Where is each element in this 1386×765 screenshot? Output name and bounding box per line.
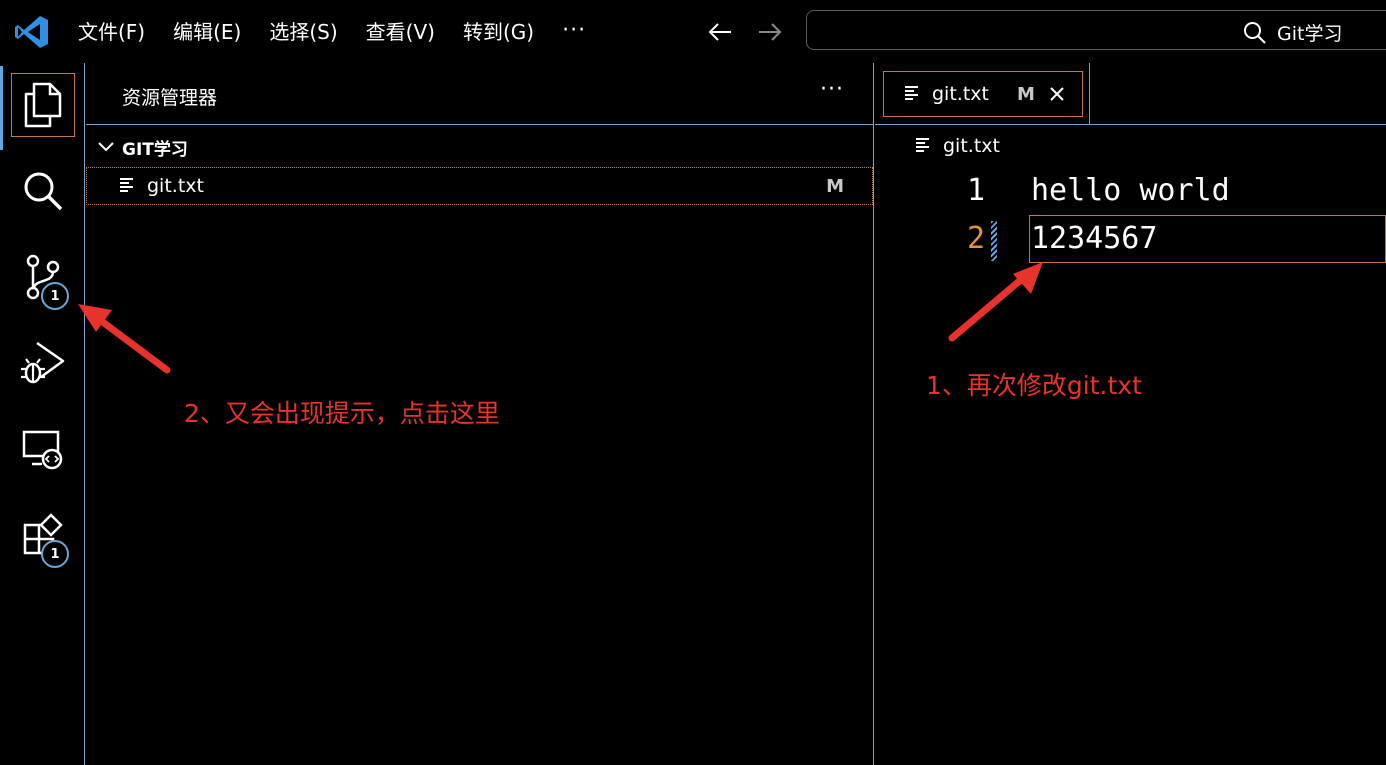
file-modified-status: M [826, 175, 844, 197]
folder-header[interactable]: GIT学习 [86, 131, 873, 163]
tab-modified-status: M [1016, 83, 1035, 105]
text-file-icon [120, 178, 133, 192]
title-bar: 文件(F) 编辑(E) 选择(S) 查看(V) 转到(G) ··· Git学习 [0, 0, 1386, 63]
active-view-indicator [0, 66, 3, 150]
tab-divider [1089, 63, 1090, 125]
source-control-view-button[interactable]: 1 [11, 245, 75, 310]
remote-explorer-view-button[interactable] [11, 417, 75, 481]
menu-go[interactable]: 转到(G) [449, 18, 548, 46]
navigation-controls [704, 17, 786, 47]
file-name: git.txt [147, 175, 204, 197]
search-view-button[interactable] [11, 159, 75, 223]
search-icon [1244, 21, 1266, 44]
tab-label: git.txt [932, 83, 989, 105]
chevron-down-icon [96, 137, 116, 157]
close-icon[interactable] [1049, 86, 1065, 102]
extensions-view-button[interactable]: 1 [11, 503, 75, 568]
breadcrumb-item[interactable]: git.txt [943, 135, 1000, 157]
menu-file[interactable]: 文件(F) [64, 18, 159, 46]
text-file-icon [916, 138, 929, 152]
run-debug-view-button[interactable] [11, 331, 75, 395]
code-line: 1 hello world [875, 167, 1386, 215]
forward-button[interactable] [754, 17, 786, 47]
explorer-view-button[interactable] [11, 73, 75, 137]
line-text: 1234567 [1031, 221, 1158, 256]
folder-name: GIT学习 [122, 139, 188, 160]
line-text: hello world [1031, 173, 1230, 208]
remote-explorer-icon [22, 430, 63, 470]
explorer-title: 资源管理器 [122, 87, 218, 109]
source-control-badge: 1 [41, 282, 69, 310]
extensions-badge: 1 [41, 540, 69, 568]
explorer-more-button[interactable]: ··· [820, 77, 844, 102]
menu-edit[interactable]: 编辑(E) [159, 18, 255, 46]
back-button[interactable] [704, 17, 736, 47]
menu-more-button[interactable]: ··· [548, 18, 600, 46]
editor-area: git.txt M git.txt 1 hello world 2 123456… [875, 63, 1386, 765]
explorer-header: 资源管理器 ··· [86, 63, 873, 125]
code-line-current: 2 1234567 [875, 215, 1386, 263]
breadcrumb: git.txt [915, 135, 1000, 157]
menu-selection[interactable]: 选择(S) [255, 18, 351, 46]
arrow-right-icon [759, 23, 782, 41]
line-number: 2 [966, 221, 985, 256]
command-center-search[interactable]: Git学习 [806, 10, 1386, 50]
annotation-step-1: 1、再次修改git.txt [926, 371, 1142, 400]
arrow-left-icon [708, 23, 731, 41]
menu-bar: 文件(F) 编辑(E) 选择(S) 查看(V) 转到(G) ··· [64, 18, 600, 46]
vscode-logo-icon [15, 16, 48, 48]
line-number: 1 [966, 173, 985, 208]
activity-bar: 1 1 [0, 63, 85, 765]
search-icon [24, 172, 63, 211]
modified-line-gutter [991, 221, 997, 261]
editor-tab-bar: git.txt M [875, 63, 1386, 125]
menu-view[interactable]: 查看(V) [352, 18, 449, 46]
search-label: Git学习 [1277, 23, 1343, 45]
text-file-icon [905, 86, 918, 100]
editor-tab[interactable]: git.txt M [883, 71, 1083, 117]
run-debug-icon [21, 341, 65, 384]
annotation-step-2: 2、又会出现提示，点击这里 [184, 399, 500, 428]
files-icon [24, 82, 62, 128]
file-item[interactable]: git.txt M [86, 167, 873, 205]
